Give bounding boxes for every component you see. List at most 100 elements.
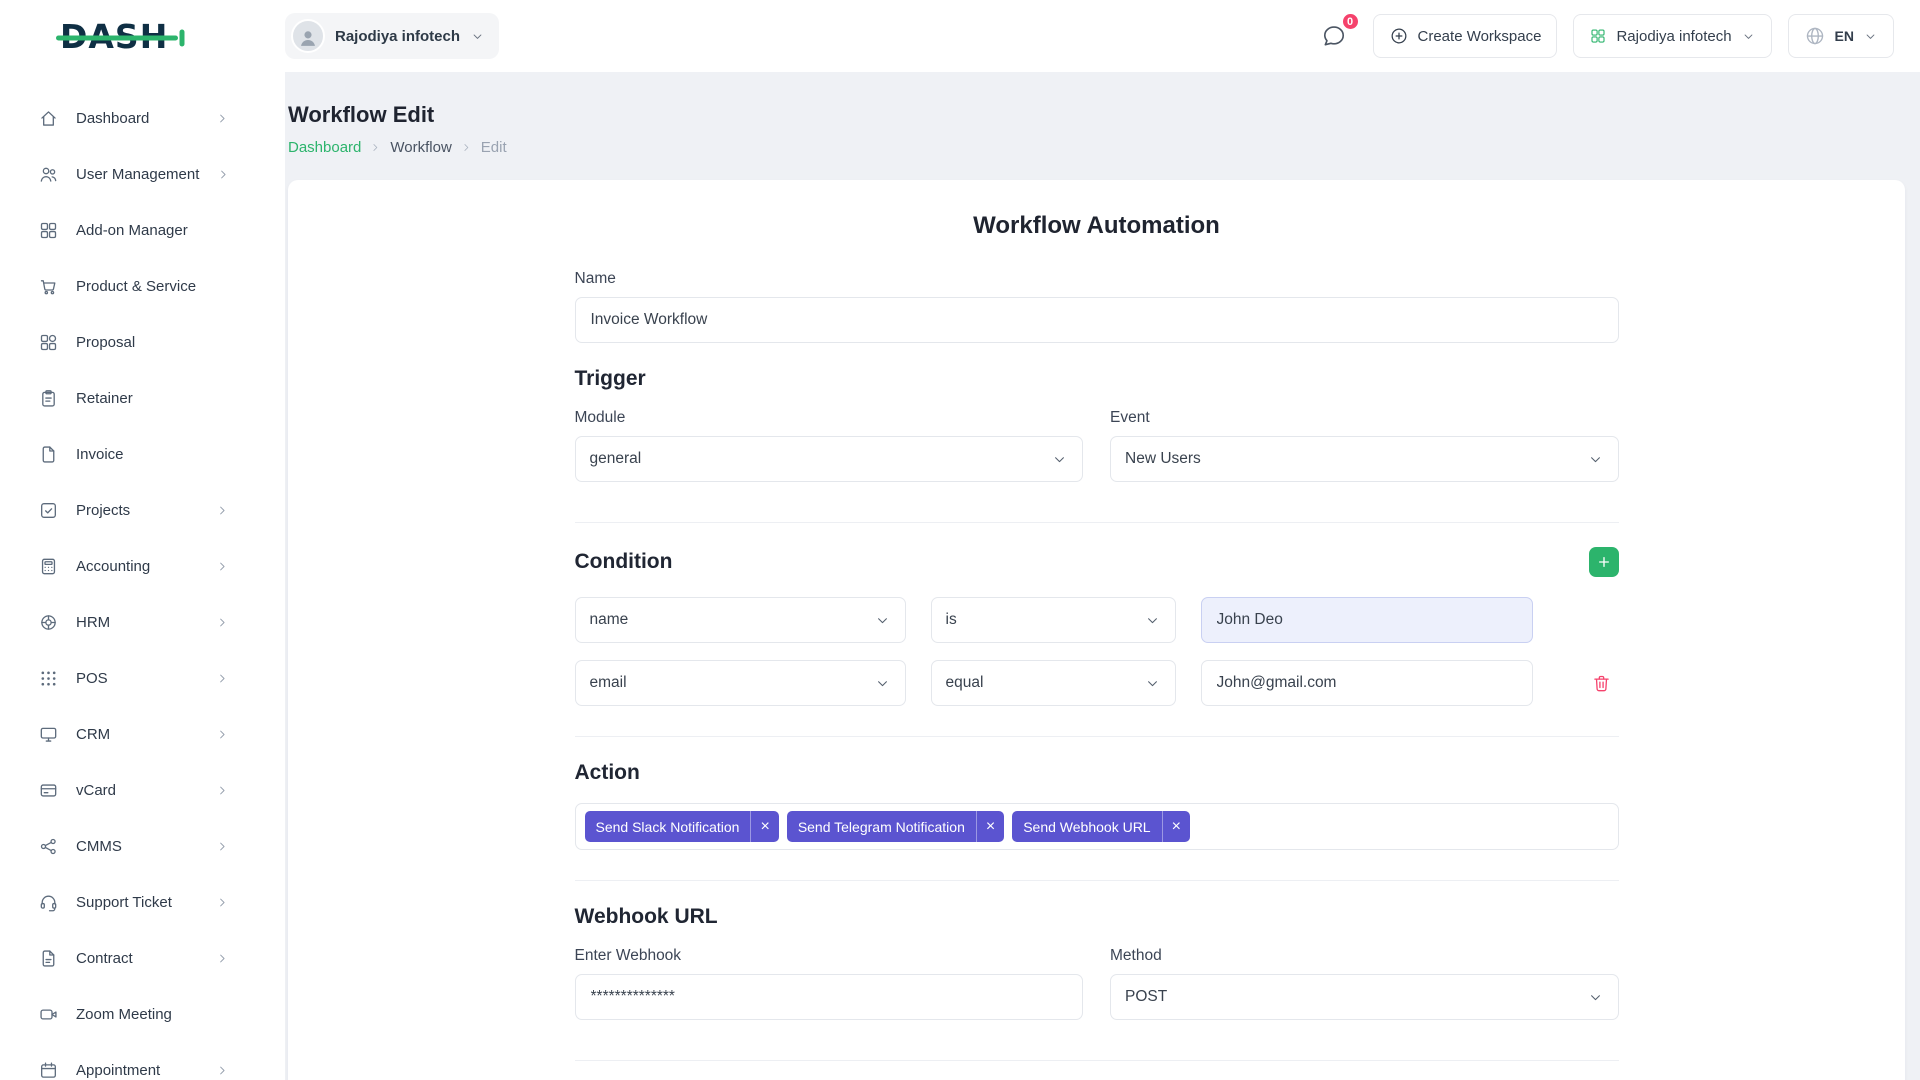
action-tag-label: Send Webhook URL [1012,819,1161,835]
workflow-card: Workflow Automation Name Trigger Module … [288,180,1905,1080]
sidebar-item-label: Accounting [76,558,150,575]
chevron-right-icon [215,895,230,910]
sidebar-item-accounting[interactable]: Accounting [0,538,285,594]
chevron-right-icon [215,559,230,574]
users-icon [38,164,59,185]
video-icon [38,1004,59,1025]
remove-tag-button[interactable]: × [750,811,778,842]
company-name: Rajodiya infotech [1616,28,1731,45]
avatar [291,19,325,53]
chevron-right-icon [215,615,230,630]
remove-tag-button[interactable]: × [1162,811,1190,842]
condition-heading: Condition [575,550,673,574]
breadcrumb-workflow[interactable]: Workflow [390,139,451,156]
condition-field-select[interactable]: name [575,597,906,643]
sidebar-item-contract[interactable]: Contract [0,930,285,986]
sidebar-item-zoom-meeting[interactable]: Zoom Meeting [0,986,285,1042]
trash-icon [1591,673,1612,694]
trigger-heading: Trigger [575,367,1619,391]
sidebar-item-pos[interactable]: POS [0,650,285,706]
section-divider [575,522,1619,523]
breadcrumb-edit: Edit [481,139,507,156]
sidebar-item-hrm[interactable]: HRM [0,594,285,650]
sidebar-item-retainer[interactable]: Retainer [0,370,285,426]
module-select-value: general [590,450,642,468]
sidebar-item-label: Retainer [76,390,133,407]
chevron-down-icon [1863,29,1878,44]
page-title: Workflow Edit [288,102,1905,128]
grid-icon [38,220,59,241]
plus-circle-icon [1389,26,1409,46]
company-menu-button[interactable]: Rajodiya infotech [1573,14,1771,58]
module-select[interactable]: general [575,436,1084,482]
sidebar-item-appointment[interactable]: Appointment [0,1042,285,1080]
chevron-down-icon [1144,675,1161,692]
action-tag: Send Slack Notification× [585,811,779,842]
sidebar-item-label: Invoice [76,446,124,463]
sidebar-item-projects[interactable]: Projects [0,482,285,538]
enter-webhook-label: Enter Webhook [575,947,1084,965]
sidebar-item-label: CRM [76,726,110,743]
workflow-form: Workflow Automation Name Trigger Module … [575,212,1619,1080]
chevron-right-icon [215,783,230,798]
name-label: Name [575,270,1619,288]
remove-tag-button[interactable]: × [976,811,1004,842]
sidebar-nav: Dashboard User Management Add-on Manager Pr… [0,72,285,1080]
notification-badge: 0 [1341,12,1360,31]
sidebar-item-dashboard[interactable]: Dashboard [0,90,285,146]
sidebar-item-product-service[interactable]: Product & Service [0,258,285,314]
sidebar-item-label: Dashboard [76,110,149,127]
delete-condition-button[interactable] [1585,666,1619,700]
sidebar-item-invoice[interactable]: Invoice [0,426,285,482]
condition-operator-select[interactable]: is [931,597,1176,643]
breadcrumb: Dashboard Workflow Edit [288,139,1905,156]
chevron-right-icon [216,167,231,182]
share-icon [38,836,59,857]
language-selector[interactable]: EN [1788,14,1894,58]
sidebar-item-proposal[interactable]: Proposal [0,314,285,370]
event-select[interactable]: New Users [1110,436,1619,482]
chevron-right-icon [215,671,230,686]
sidebar-item-cmms[interactable]: CMMS [0,818,285,874]
sidebar-item-label: Add-on Manager [76,222,188,239]
app: DASH Rajodiya infotech 0 [0,0,1920,1080]
sidebar-item-label: vCard [76,782,116,799]
language-label: EN [1835,28,1854,44]
section-divider [575,736,1619,737]
condition-row: email equal [575,660,1619,706]
condition-rows: nameisemailequal [575,597,1619,706]
condition-value-input[interactable] [1201,597,1533,643]
condition-operator-select[interactable]: equal [931,660,1176,706]
chevron-right-icon [215,503,230,518]
create-workspace-button[interactable]: Create Workspace [1373,14,1558,58]
workflow-name-input[interactable] [575,297,1619,343]
apps-icon [38,332,59,353]
sidebar: Dashboard User Management Add-on Manager Pr… [0,72,285,1080]
action-tags-field[interactable]: Send Slack Notification×Send Telegram No… [575,803,1619,850]
sidebar-item-vcard[interactable]: vCard [0,762,285,818]
chevron-down-icon [1587,989,1604,1006]
chevron-right-icon [369,141,382,154]
sidebar-item-crm[interactable]: CRM [0,706,285,762]
condition-value-input[interactable] [1201,660,1533,706]
condition-row: nameis [575,597,1619,643]
condition-field-select[interactable]: email [575,660,906,706]
sidebar-item-label: POS [76,670,108,687]
action-tag-label: Send Slack Notification [585,819,751,835]
workspace-selector[interactable]: Rajodiya infotech [285,13,499,59]
breadcrumb-dashboard-link[interactable]: Dashboard [288,139,361,156]
method-select[interactable]: POST [1110,974,1619,1020]
sidebar-item-label: User Management [76,166,199,183]
chevron-down-icon [470,29,485,44]
messages-button[interactable]: 0 [1317,19,1351,53]
logo-area: DASH [60,17,285,56]
chevron-right-icon [215,951,230,966]
sidebar-item-label: HRM [76,614,110,631]
sidebar-item-user-management[interactable]: User Management [0,146,285,202]
webhook-url-input[interactable] [575,974,1084,1020]
logo-plus-mark [180,29,185,46]
sidebar-item-support-ticket[interactable]: Support Ticket [0,874,285,930]
sidebar-item-add-on-manager[interactable]: Add-on Manager [0,202,285,258]
add-condition-button[interactable] [1589,547,1619,577]
chevron-down-icon [874,675,891,692]
